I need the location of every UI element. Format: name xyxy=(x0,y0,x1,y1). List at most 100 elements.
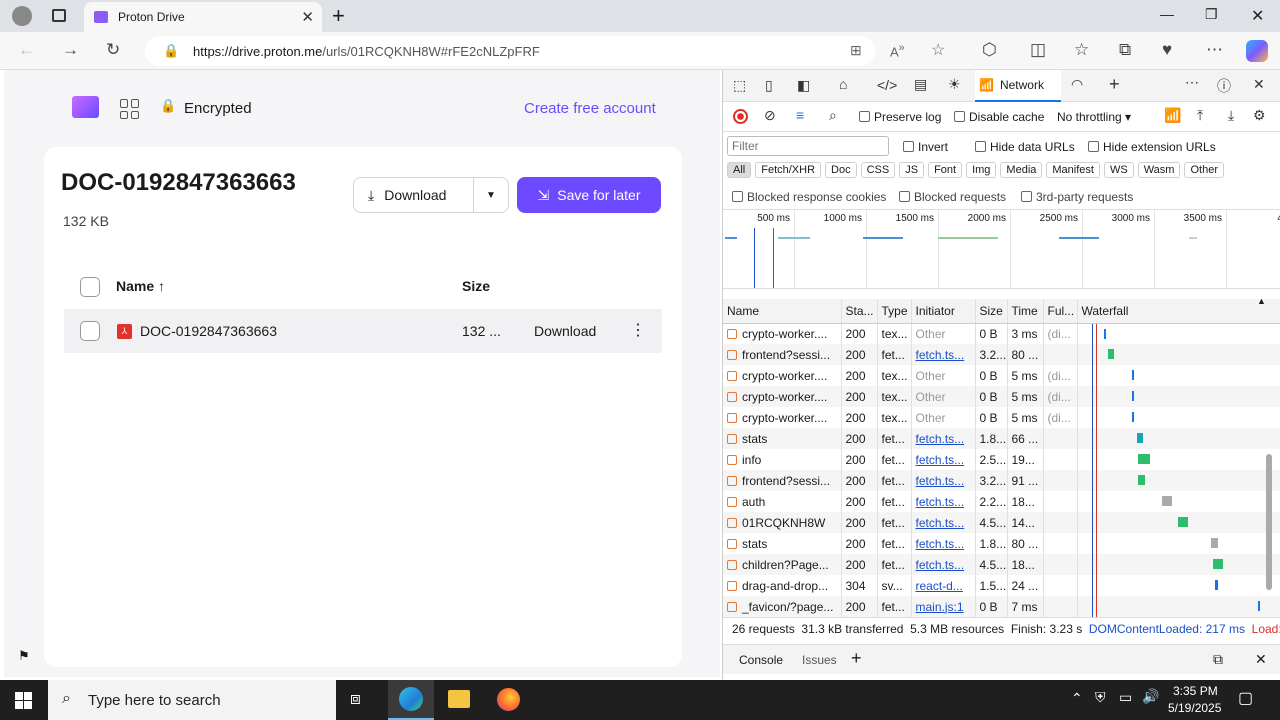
split-screen-icon[interactable]: ◫ xyxy=(1030,40,1046,60)
windows-start-icon[interactable] xyxy=(15,692,32,709)
notifications-icon[interactable]: ▢ xyxy=(1238,688,1253,708)
performance-icon[interactable]: ♥ xyxy=(1162,40,1172,60)
table-row[interactable]: stats 200 fet... fetch.ts... 1.8... 66 ... xyxy=(723,428,1280,449)
undock-drawer-icon[interactable]: ⧉ xyxy=(1213,651,1223,668)
column-header[interactable]: Ful... xyxy=(1043,299,1078,324)
close-drawer-icon[interactable]: ✕ xyxy=(1255,651,1267,668)
search-icon[interactable]: ⌕ xyxy=(829,107,837,124)
select-all-checkbox[interactable] xyxy=(80,277,100,297)
cell-initiator[interactable]: main.js:1 xyxy=(911,596,976,617)
column-header[interactable]: Time xyxy=(1007,299,1044,324)
table-row[interactable]: stats 200 fet... fetch.ts... 1.8... 80 ... xyxy=(723,533,1280,554)
cell-initiator[interactable]: fetch.ts... xyxy=(911,449,976,470)
table-row[interactable]: _favicon/?page... 200 fet... main.js:1 0 B7 … xyxy=(723,596,1280,617)
filter-chip[interactable]: Manifest xyxy=(1046,162,1100,178)
add-tab-icon[interactable]: + xyxy=(1109,74,1120,95)
cell-initiator[interactable]: fetch.ts... xyxy=(911,428,976,449)
table-row[interactable]: children?Page... 200 fet... fetch.ts... 4.5.… xyxy=(723,554,1280,575)
forward-icon[interactable]: → xyxy=(62,40,79,60)
export-har-icon[interactable]: ⤓ xyxy=(1228,107,1234,124)
tab-console[interactable]: Console xyxy=(739,653,783,667)
blocked-requests-checkbox[interactable]: Blocked requests xyxy=(899,190,1006,204)
save-for-later-button[interactable]: ⇲ Save for later xyxy=(517,177,661,213)
invert-checkbox[interactable]: Invert xyxy=(903,140,948,154)
third-party-checkbox[interactable]: 3rd-party requests xyxy=(1021,190,1133,204)
cell-initiator[interactable]: fetch.ts... xyxy=(911,470,976,491)
apps-icon[interactable]: ⊞ xyxy=(850,42,862,59)
volume-icon[interactable]: 🔊 xyxy=(1142,688,1159,705)
add-drawer-tab-icon[interactable]: + xyxy=(851,648,862,669)
filter-chip[interactable]: JS xyxy=(899,162,925,178)
hide-ext-urls-checkbox[interactable]: Hide extension URLs xyxy=(1088,140,1216,154)
column-header[interactable]: Initiator xyxy=(911,299,976,324)
inspect-icon[interactable]: ⬚ xyxy=(733,77,746,94)
download-button[interactable]: ⤓ Download xyxy=(354,178,474,212)
filter-chip[interactable]: Font xyxy=(928,162,963,178)
overview-timeline[interactable]: 500 ms 1000 ms 1500 ms 2000 ms 2500 ms 3000 m… xyxy=(723,209,1280,290)
preserve-log-checkbox[interactable]: Preserve log xyxy=(859,110,941,124)
minimize-icon[interactable]: — xyxy=(1160,6,1174,22)
clock-time[interactable]: 3:35 PM xyxy=(1173,684,1218,698)
report-flag-icon[interactable]: ⚑ xyxy=(18,648,30,664)
dock-icon[interactable]: ◧ xyxy=(797,77,810,94)
tab-actions-icon[interactable] xyxy=(52,9,66,22)
profile-icon[interactable] xyxy=(12,6,32,26)
show-hidden-icons-icon[interactable]: ⌃ xyxy=(1071,690,1083,707)
table-row[interactable]: crypto-worker.... 200 tex... Other 0 B5 ms (d… xyxy=(723,386,1280,407)
column-header[interactable]: Size xyxy=(975,299,1008,324)
more-tools-icon[interactable]: ⋯ xyxy=(1185,74,1199,91)
close-window-icon[interactable]: ✕ xyxy=(1251,6,1264,26)
close-devtools-icon[interactable]: ✕ xyxy=(1253,76,1265,93)
taskbar-search-box[interactable]: ⌕ Type here to search xyxy=(48,680,336,720)
browser-tab[interactable]: Proton Drive ✕ xyxy=(84,2,322,32)
url-field[interactable]: 🔒 https://drive.proton.me/urls/01RCQKNH8… xyxy=(145,36,945,66)
filter-input[interactable] xyxy=(727,136,889,156)
cell-initiator[interactable]: fetch.ts... xyxy=(911,554,976,575)
console-icon[interactable]: ▤ xyxy=(914,76,927,93)
task-view-icon[interactable]: ⧈ xyxy=(350,689,361,709)
table-row[interactable]: crypto-worker.... 200 tex... Other 0 B5 ms (d… xyxy=(723,407,1280,428)
column-header[interactable]: Sta... xyxy=(841,299,878,324)
file-name[interactable]: DOC-0192847363663 xyxy=(140,323,277,339)
hide-data-urls-checkbox[interactable]: Hide data URLs xyxy=(975,140,1075,154)
column-header-name[interactable]: Name ↑ xyxy=(116,278,165,294)
network-conditions-icon[interactable]: 📶 xyxy=(1164,107,1181,124)
cell-initiator[interactable]: fetch.ts... xyxy=(911,533,976,554)
sources-bug-icon[interactable]: ☀ xyxy=(948,76,961,93)
filter-chip[interactable]: Wasm xyxy=(1137,162,1181,178)
filter-chip[interactable]: Other xyxy=(1184,162,1224,178)
throttling-select[interactable]: No throttling ▾ xyxy=(1057,110,1131,124)
column-header[interactable]: Waterfall xyxy=(1077,299,1280,324)
security-tray-icon[interactable]: ⛨ xyxy=(1095,689,1106,706)
more-options-icon[interactable]: ⋮ xyxy=(630,320,646,340)
help-icon[interactable]: ⓘ xyxy=(1217,76,1231,96)
cell-initiator[interactable]: fetch.ts... xyxy=(911,512,976,533)
filter-chip[interactable]: All xyxy=(727,162,752,178)
firefox-icon[interactable] xyxy=(497,688,520,711)
elements-icon[interactable]: </> xyxy=(877,77,897,93)
column-header[interactable]: Name xyxy=(723,299,842,324)
column-header[interactable]: Type xyxy=(877,299,912,324)
file-explorer-icon[interactable] xyxy=(448,690,470,708)
filter-chip[interactable]: CSS xyxy=(860,162,896,178)
settings-gear-icon[interactable]: ⚙ xyxy=(1253,107,1266,124)
read-aloud-icon[interactable]: A» xyxy=(890,42,905,59)
blocked-cookies-checkbox[interactable]: Blocked response cookies xyxy=(732,190,886,204)
device-toolbar-icon[interactable]: ▯ xyxy=(765,77,773,94)
waterfall-sort-icon[interactable]: ▲ xyxy=(1257,296,1266,306)
table-row[interactable]: 01RCQKNH8W 200 fet... fetch.ts... 4.5... 14..… xyxy=(723,512,1280,533)
row-checkbox[interactable] xyxy=(80,321,100,341)
filter-icon[interactable]: ≡ xyxy=(796,107,804,123)
new-tab-icon[interactable]: + xyxy=(332,3,345,29)
import-har-icon[interactable]: ⤒ xyxy=(1197,107,1203,124)
file-row[interactable]: ⅄ DOC-0192847363663 132 ... Download ⋮ xyxy=(64,309,662,353)
welcome-home-icon[interactable]: ⌂ xyxy=(839,76,847,92)
filter-chip[interactable]: Img xyxy=(966,162,997,178)
filter-chip[interactable]: Fetch/XHR xyxy=(755,162,822,178)
record-icon[interactable] xyxy=(733,109,748,124)
chevron-down-icon[interactable]: ▼ xyxy=(486,190,496,201)
edge-app-icon[interactable] xyxy=(388,680,434,720)
table-row[interactable]: frontend?sessi... 200 fet... fetch.ts... 3.2… xyxy=(723,344,1280,365)
more-menu-icon[interactable]: ⋯ xyxy=(1206,40,1223,60)
filter-chip[interactable]: WS xyxy=(1103,162,1134,178)
